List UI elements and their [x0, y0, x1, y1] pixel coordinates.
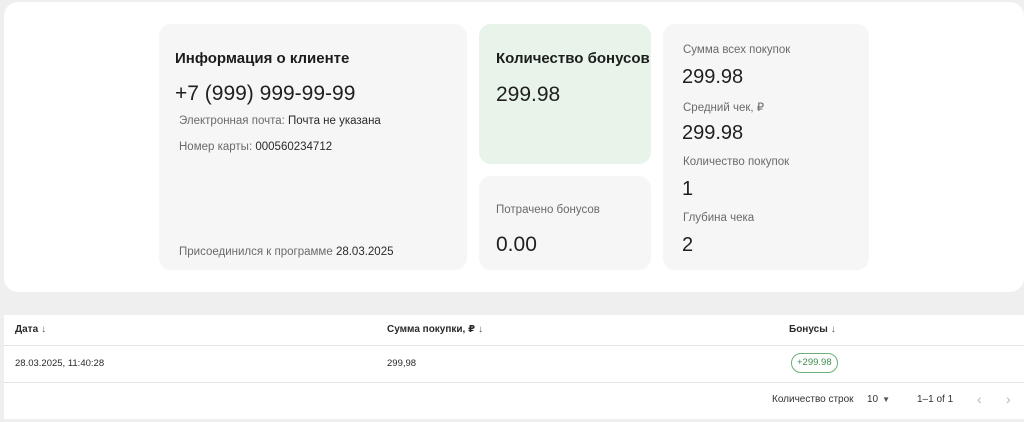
client-card-number-value: 000560234712: [255, 141, 333, 153]
column-header-amount[interactable]: Сумма покупки, ₽ ↓: [387, 324, 483, 335]
client-joined-label: Присоединился к программе: [179, 246, 333, 258]
header-divider: [4, 345, 1024, 346]
row-date: 28.03.2025, 11:40:28: [15, 358, 105, 369]
client-joined-row: Присоединился к программе 28.03.2025: [179, 246, 394, 258]
client-joined-value: 28.03.2025: [335, 246, 394, 258]
rows-per-page-label: Количество строк: [772, 394, 854, 405]
client-info-title: Информация о клиенте: [175, 50, 350, 67]
purchases-table: Дата ↓ Сумма покупки, ₽ ↓ Бонусы ↓ 28.03.20…: [4, 315, 1024, 419]
client-email-value: Почта не указана: [288, 115, 381, 127]
pagination-range: 1–1 of 1: [917, 394, 954, 405]
client-card-number-row: Номер карты: 000560234712: [179, 141, 332, 153]
next-page-icon[interactable]: ›: [1006, 391, 1011, 407]
purchase-stats-card: Сумма всех покупок 299.98 Средний чек, ₽…: [663, 24, 869, 270]
sort-arrow-icon: ↓: [41, 324, 47, 335]
client-info-card: Информация о клиенте +7 (999) 999-99-99 …: [159, 24, 467, 270]
rows-per-page-value: 10: [867, 394, 879, 405]
bonus-balance-card: Количество бонусов 299.98: [479, 24, 651, 164]
bonus-spent-card: Потрачено бонусов 0.00: [479, 176, 651, 270]
average-check-label: Средний чек, ₽: [683, 102, 765, 114]
row-divider: [4, 382, 1024, 383]
rows-per-page-select[interactable]: 10 ▼: [867, 394, 890, 405]
client-email-label: Электронная почта:: [179, 115, 285, 127]
client-card-number-label: Номер карты:: [179, 141, 253, 153]
client-email-row: Электронная почта: Почта не указана: [179, 115, 381, 127]
sort-arrow-icon: ↓: [830, 324, 836, 335]
column-header-bonus[interactable]: Бонусы ↓: [789, 324, 836, 335]
bonus-spent-value: 0.00: [496, 233, 537, 256]
bonus-balance-value: 299.98: [496, 83, 561, 106]
total-purchases-label: Сумма всех покупок: [683, 44, 791, 56]
bonus-chip: +299.98: [791, 353, 838, 373]
average-check-value: 299.98: [682, 122, 744, 144]
column-header-date[interactable]: Дата ↓: [15, 324, 46, 335]
previous-page-icon[interactable]: ‹: [977, 391, 982, 407]
check-depth-value: 2: [682, 234, 694, 256]
column-header-amount-label: Сумма покупки, ₽: [387, 324, 476, 335]
client-phone: +7 (999) 999-99-99: [175, 82, 356, 105]
total-purchases-value: 299.98: [682, 66, 744, 88]
row-amount: 299,98: [387, 358, 417, 369]
column-header-bonus-label: Бонусы: [789, 324, 828, 335]
purchase-count-value: 1: [682, 178, 694, 200]
check-depth-label: Глубина чека: [683, 212, 755, 224]
bonus-spent-label: Потрачено бонусов: [496, 204, 600, 216]
column-header-date-label: Дата: [15, 324, 39, 335]
sort-arrow-icon: ↓: [478, 324, 484, 335]
purchase-count-label: Количество покупок: [683, 156, 790, 168]
bonus-balance-title: Количество бонусов: [496, 50, 650, 67]
dropdown-arrow-icon: ▼: [882, 395, 891, 404]
